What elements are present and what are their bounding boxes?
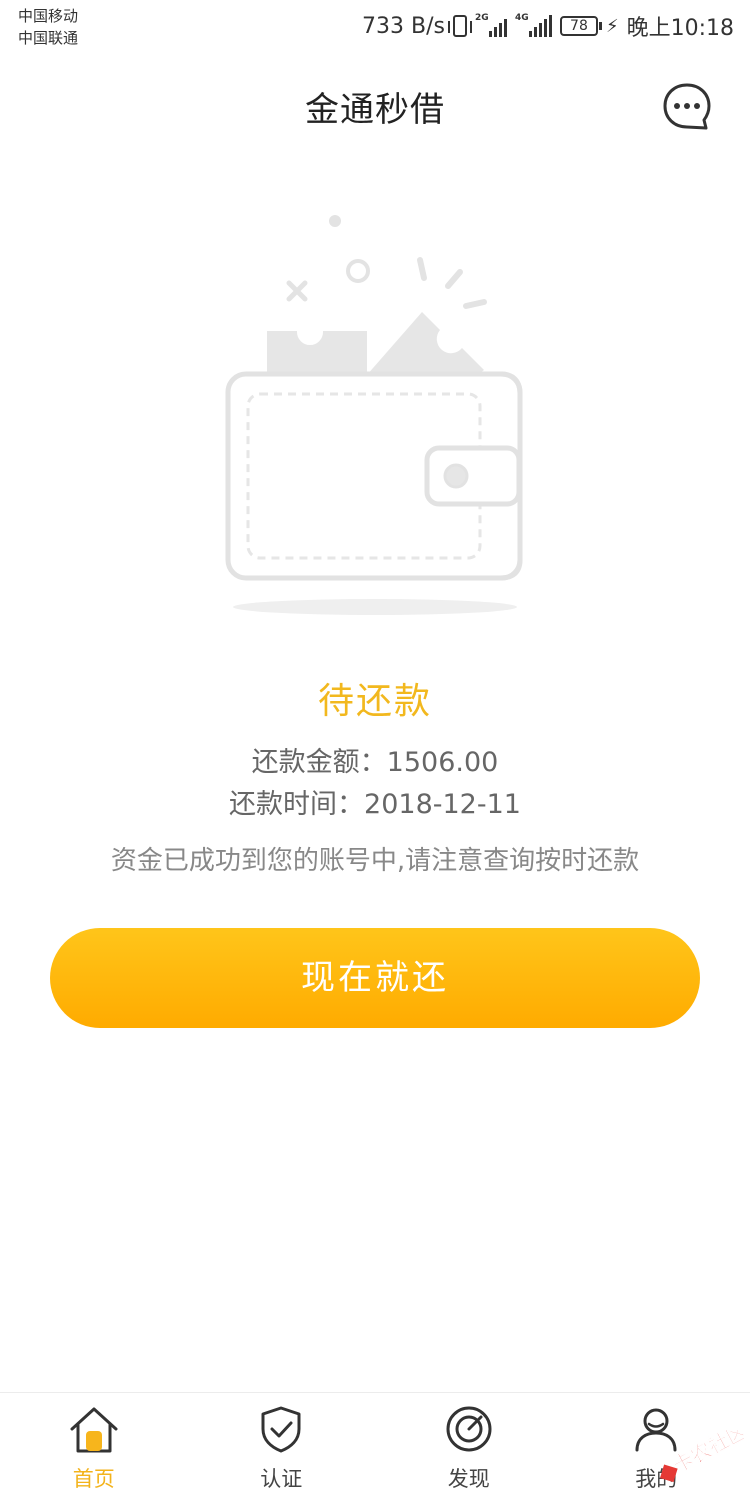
tab-discover[interactable]: 发现 (375, 1393, 563, 1500)
funds-notice: 资金已成功到您的账号中,请注意查询按时还款 (110, 846, 640, 876)
repayment-amount: 还款金额：1506.00 (251, 747, 499, 778)
signal-4g-label: 4G (514, 13, 529, 23)
compass-icon (446, 1406, 492, 1452)
repayment-date: 还款时间：2018-12-11 (229, 789, 521, 820)
vibrate-icon (447, 15, 472, 37)
watermark-logo: 卡农社区 (634, 1418, 750, 1486)
chat-bubble-icon[interactable] (662, 82, 712, 132)
tab-discover-label: 发现 (447, 1467, 490, 1491)
charging-icon: ⚡ (605, 15, 619, 37)
battery-level: 78 (559, 16, 598, 36)
network-speed: 733 B/s (362, 13, 445, 39)
home-icon (70, 1407, 118, 1453)
tab-verify-label: 认证 (260, 1467, 303, 1491)
signal-4g-icon: 4G (514, 13, 552, 37)
app-header: 金通秒借 (0, 60, 750, 152)
carrier-2: 中国联通 (18, 29, 79, 47)
carrier-info: 中国移动 中国联通 (18, 5, 78, 49)
repayment-status: 待还款 (317, 681, 432, 722)
empty-wallet-illustration (0, 200, 750, 630)
status-bar: 中国移动 中国联通 733 B/s 2G 4G 78 ⚡ 晚上10:18 (0, 0, 750, 52)
clock: 晚上10:18 (626, 16, 734, 41)
signal-2g-label: 2G (474, 13, 489, 23)
page-title: 金通秒借 (305, 90, 445, 130)
tab-home-label: 首页 (72, 1467, 115, 1491)
status-indicators: 733 B/s 2G 4G 78 ⚡ 晚上10:18 (362, 10, 734, 42)
signal-2g-icon: 2G (474, 13, 507, 37)
battery-icon: 78 ⚡ (559, 15, 619, 37)
carrier-1: 中国移动 (18, 7, 79, 25)
svg-text:卡农社区: 卡农社区 (669, 1430, 744, 1477)
tab-home[interactable]: 首页 (0, 1393, 188, 1500)
repay-now-button[interactable]: 现在就还 (50, 928, 700, 1028)
shield-check-icon (261, 1406, 301, 1453)
tab-verify[interactable]: 认证 (188, 1393, 376, 1500)
